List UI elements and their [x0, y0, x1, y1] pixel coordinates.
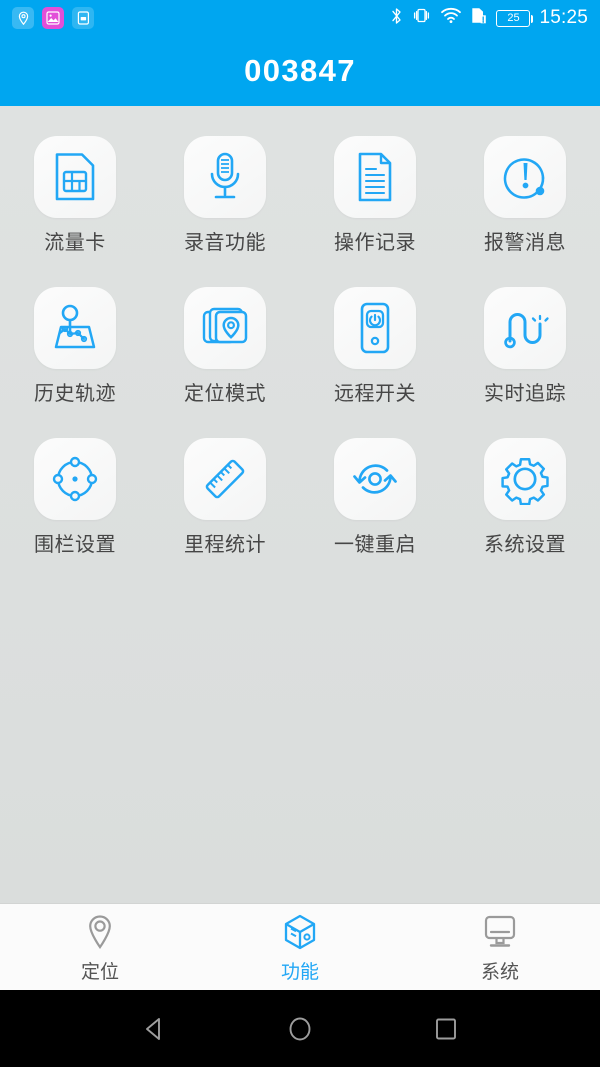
tile-background	[184, 438, 266, 520]
route-map-icon	[54, 304, 96, 349]
geofence-circle-icon	[52, 456, 98, 502]
sim-alert-icon	[471, 6, 487, 30]
bluetooth-icon	[390, 6, 403, 31]
tile-background	[34, 136, 116, 218]
android-navigation-bar	[0, 990, 600, 1067]
vibrate-icon	[412, 6, 431, 30]
restart-arrows-icon	[353, 464, 397, 494]
cube-icon	[282, 913, 318, 956]
tile-background	[484, 438, 566, 520]
grid-item-one-key-restart[interactable]: 一键重启	[300, 432, 450, 555]
grid-item-sim-card[interactable]: 流量卡	[0, 130, 150, 253]
tile-background	[34, 438, 116, 520]
microphone-icon	[210, 152, 240, 199]
tab-function[interactable]: 功能	[200, 904, 400, 990]
tab-label: 系统	[480, 961, 519, 983]
grid-item-label: 报警消息	[484, 232, 566, 254]
grid-item-label: 围栏设置	[34, 534, 116, 556]
grid-item-label: 实时追踪	[484, 383, 566, 405]
map-pin-layers-icon	[202, 307, 248, 344]
grid-item-label: 流量卡	[44, 232, 106, 254]
status-notifications	[12, 7, 94, 29]
status-bar: 25 15:25	[0, 0, 600, 36]
grid-item-system-settings[interactable]: 系统设置	[450, 432, 600, 555]
alert-exclamation-icon	[503, 158, 545, 199]
live-track-path-icon	[504, 313, 549, 349]
tab-label: 定位	[80, 961, 119, 983]
back-button[interactable]	[140, 1015, 168, 1043]
grid-item-label: 操作记录	[334, 232, 416, 254]
map-pin-icon	[83, 913, 117, 956]
monitor-icon	[481, 913, 519, 956]
grid-item-history-track[interactable]: 历史轨迹	[0, 281, 150, 404]
app-title-bar: 003847	[0, 36, 600, 106]
battery-level: 25	[507, 12, 520, 24]
sim-card-icon	[55, 153, 95, 201]
sim-card-notification-icon	[72, 7, 94, 29]
grid-item-label: 定位模式	[184, 383, 266, 405]
function-grid: 流量卡 录音功能 操作记录 报警消息 历史轨迹 定位模式 远程开关 实时追踪 围…	[0, 130, 600, 555]
tile-background	[484, 287, 566, 369]
ruler-icon	[205, 459, 245, 499]
grid-item-realtime-tracking[interactable]: 实时追踪	[450, 281, 600, 404]
remote-power-device-icon	[360, 302, 390, 354]
wifi-icon	[440, 7, 462, 29]
tab-location[interactable]: 定位	[0, 904, 200, 990]
status-indicators: 25 15:25	[390, 6, 588, 31]
recents-button[interactable]	[432, 1015, 460, 1043]
battery-indicator: 25	[496, 9, 534, 27]
tile-background	[484, 136, 566, 218]
grid-item-label: 录音功能	[184, 232, 266, 254]
grid-item-remote-switch[interactable]: 远程开关	[300, 281, 450, 404]
grid-item-label: 里程统计	[184, 534, 266, 556]
grid-item-label: 一键重启	[334, 534, 416, 556]
grid-item-location-mode[interactable]: 定位模式	[150, 281, 300, 404]
tile-background	[334, 287, 416, 369]
tile-background	[334, 438, 416, 520]
grid-item-label: 历史轨迹	[34, 383, 116, 405]
tab-system[interactable]: 系统	[400, 904, 600, 990]
location-pin-icon	[12, 7, 34, 29]
home-button[interactable]	[286, 1015, 314, 1043]
image-screenshot-icon	[42, 7, 64, 29]
grid-item-mileage-stats[interactable]: 里程统计	[150, 432, 300, 555]
grid-item-operation-log[interactable]: 操作记录	[300, 130, 450, 253]
gear-icon	[501, 458, 549, 505]
bottom-tab-bar: 定位 功能 系统	[0, 903, 600, 990]
grid-item-alarm-messages[interactable]: 报警消息	[450, 130, 600, 253]
page-title: 003847	[244, 53, 356, 88]
main-content: 流量卡 录音功能 操作记录 报警消息 历史轨迹 定位模式 远程开关 实时追踪 围…	[0, 106, 600, 903]
grid-item-label: 系统设置	[484, 534, 566, 556]
tile-background	[34, 287, 116, 369]
tile-background	[184, 136, 266, 218]
document-lines-icon	[358, 152, 392, 202]
tile-background	[184, 287, 266, 369]
tile-background	[334, 136, 416, 218]
tab-label: 功能	[280, 961, 319, 983]
phone-screen: 25 15:25 003847 流量卡 录音功能 操作记录 报警消息 历史轨迹 …	[0, 0, 600, 1067]
grid-item-geofence-settings[interactable]: 围栏设置	[0, 432, 150, 555]
status-clock: 15:25	[539, 7, 588, 28]
grid-item-recording[interactable]: 录音功能	[150, 130, 300, 253]
grid-item-label: 远程开关	[334, 383, 416, 405]
